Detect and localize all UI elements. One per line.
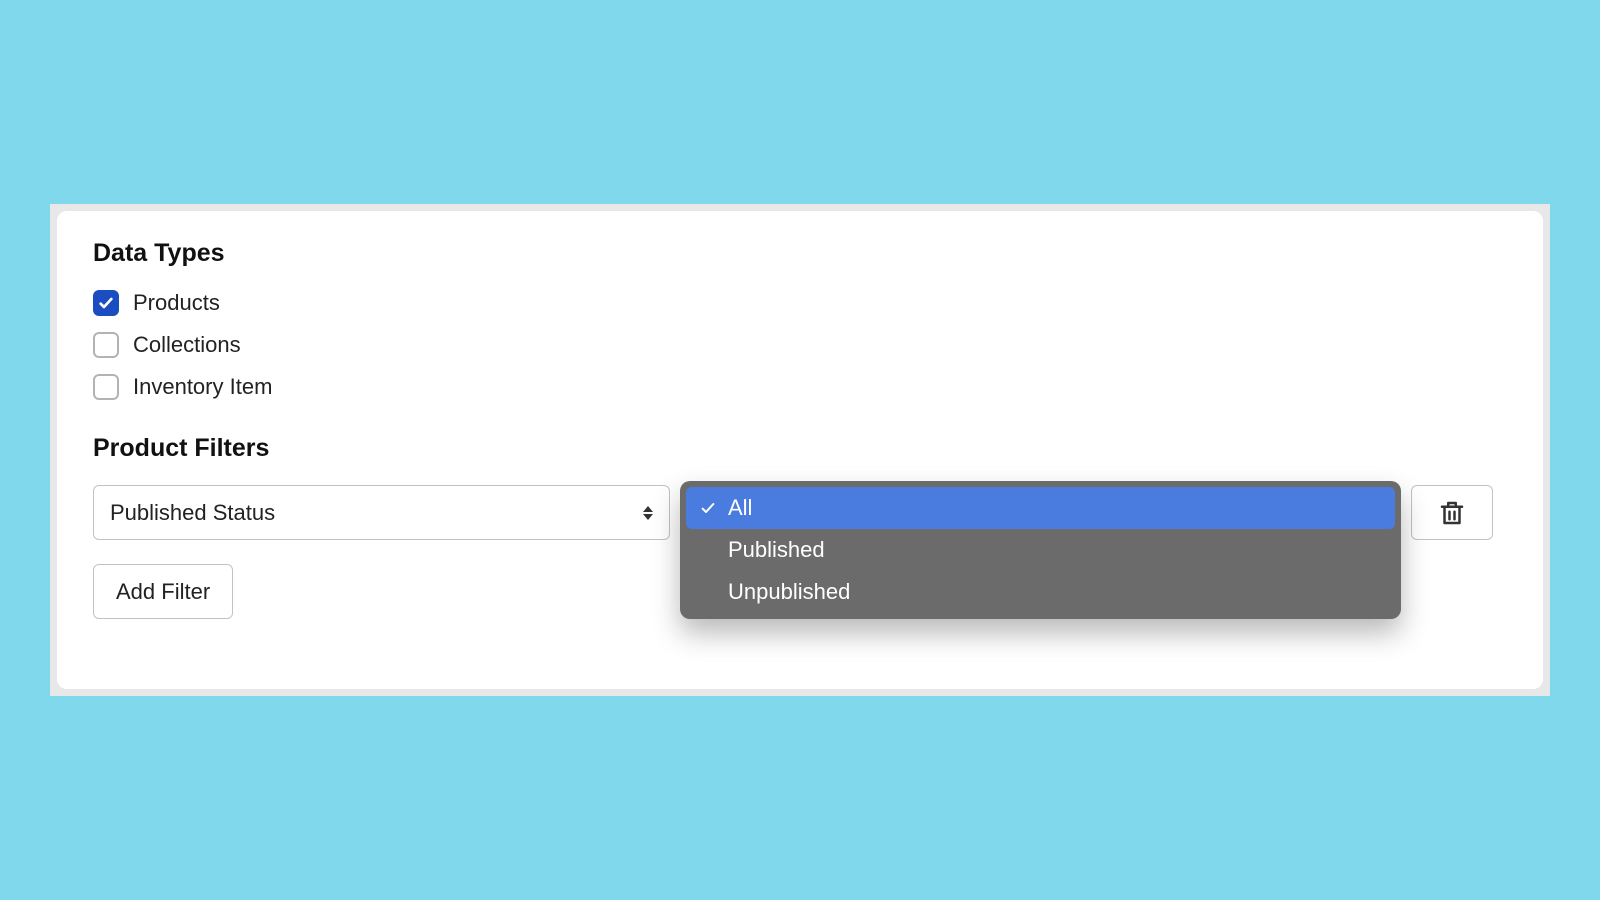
filter-field-select[interactable]: Published Status: [93, 485, 670, 540]
settings-card: Data Types Products Collections Inventor…: [57, 211, 1543, 689]
dropdown-option-unpublished[interactable]: Unpublished: [686, 571, 1395, 613]
dropdown-option-all[interactable]: All: [686, 487, 1395, 529]
checkbox-label-inventory-item: Inventory Item: [133, 374, 272, 400]
delete-filter-button[interactable]: [1411, 485, 1493, 540]
check-icon: [698, 500, 718, 516]
dropdown-option-published[interactable]: Published: [686, 529, 1395, 571]
sort-icon: [643, 506, 653, 520]
checkbox-collections[interactable]: [93, 332, 119, 358]
checkbox-row-inventory-item[interactable]: Inventory Item: [93, 374, 1507, 400]
product-filters-heading: Product Filters: [93, 434, 1507, 463]
filter-value-dropdown: All Published Unpublished: [680, 481, 1401, 619]
data-types-list: Products Collections Inventory Item: [93, 290, 1507, 400]
checkbox-row-collections[interactable]: Collections: [93, 332, 1507, 358]
checkbox-products[interactable]: [93, 290, 119, 316]
data-types-heading: Data Types: [93, 239, 1507, 268]
add-filter-button[interactable]: Add Filter: [93, 564, 233, 619]
checkbox-label-products: Products: [133, 290, 220, 316]
trash-icon: [1437, 498, 1467, 528]
filter-value-select[interactable]: All All Published: [684, 485, 1397, 540]
check-icon: [98, 295, 114, 311]
checkbox-inventory-item[interactable]: [93, 374, 119, 400]
checkbox-row-products[interactable]: Products: [93, 290, 1507, 316]
filter-field-value: Published Status: [110, 500, 275, 526]
dropdown-option-label: Published: [728, 537, 825, 563]
dropdown-option-label: All: [728, 495, 752, 521]
checkbox-label-collections: Collections: [133, 332, 241, 358]
dropdown-option-label: Unpublished: [728, 579, 850, 605]
panel-frame: Data Types Products Collections Inventor…: [50, 204, 1550, 696]
filter-row: Published Status All: [93, 485, 1507, 540]
add-filter-label: Add Filter: [116, 579, 210, 605]
